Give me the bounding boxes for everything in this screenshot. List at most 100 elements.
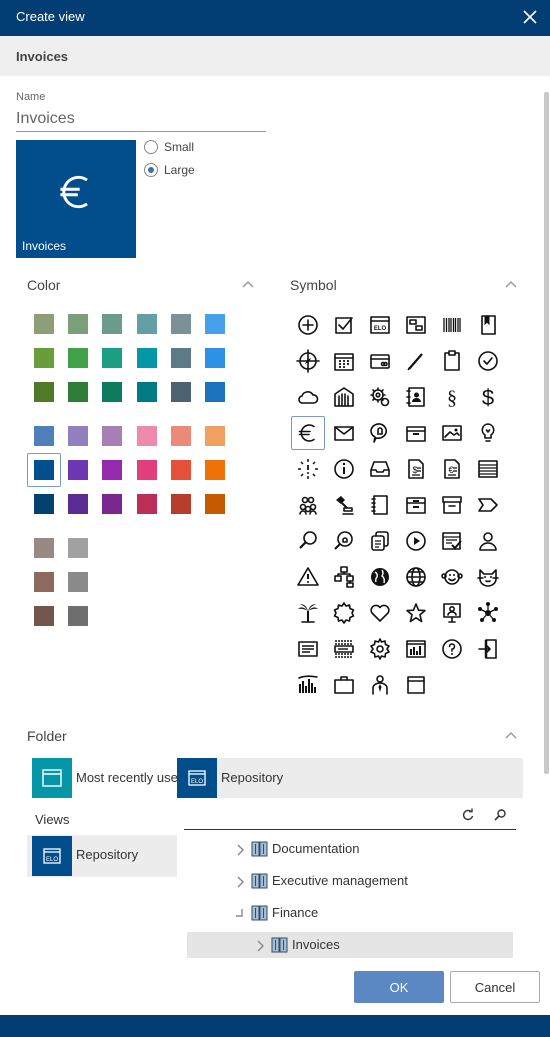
color-swatch[interactable] [68, 426, 88, 446]
name-input[interactable] [16, 106, 266, 132]
archive-box-icon[interactable] [404, 493, 428, 517]
ok-button[interactable]: OK [354, 971, 444, 1003]
checkbox-icon[interactable] [332, 313, 356, 337]
color-swatch[interactable] [137, 314, 157, 334]
presenter-icon[interactable] [440, 601, 464, 625]
warning-icon[interactable] [296, 565, 320, 589]
star-icon[interactable] [404, 601, 428, 625]
speech-bulb-icon[interactable] [368, 421, 392, 445]
tree-row[interactable]: Documentation [187, 836, 513, 862]
color-swatch[interactable] [205, 460, 225, 480]
color-swatch[interactable] [205, 426, 225, 446]
radio-circle-selected[interactable] [144, 163, 158, 177]
clipboard-icon[interactable] [440, 349, 464, 373]
color-swatch[interactable] [68, 348, 88, 368]
refresh-icon[interactable] [460, 807, 476, 823]
size-large-radio[interactable]: Large [144, 163, 195, 177]
archive-tray-icon[interactable] [440, 493, 464, 517]
drawer-icon[interactable] [404, 421, 428, 445]
color-swatch[interactable] [34, 538, 54, 558]
play-circle-icon[interactable] [404, 529, 428, 553]
calendar-icon[interactable] [332, 349, 356, 373]
color-swatch[interactable] [68, 460, 88, 480]
color-swatch[interactable] [205, 382, 225, 402]
inbox-icon[interactable] [368, 457, 392, 481]
heart-icon[interactable] [368, 601, 392, 625]
color-swatch[interactable] [137, 494, 157, 514]
color-swatch[interactable] [68, 314, 88, 334]
size-small-radio[interactable]: Small [144, 140, 194, 154]
chevron-right-icon[interactable] [235, 875, 245, 893]
vertical-scrollbar[interactable] [544, 92, 549, 774]
close-icon[interactable] [520, 7, 540, 27]
ledger-icon[interactable] [476, 457, 500, 481]
id-card-icon[interactable] [296, 637, 320, 661]
color-swatch[interactable] [68, 606, 88, 626]
color-swatch[interactable] [137, 382, 157, 402]
book-icon[interactable] [476, 313, 500, 337]
invoice-dollar-icon[interactable]: $ [404, 457, 428, 481]
color-swatch[interactable] [137, 460, 157, 480]
transfer-icon[interactable] [404, 313, 428, 337]
mail-icon[interactable] [332, 421, 356, 445]
burst-icon[interactable] [296, 457, 320, 481]
color-swatch[interactable] [68, 572, 88, 592]
briefcase-icon[interactable] [332, 673, 356, 697]
chevron-up-icon[interactable] [504, 729, 518, 743]
chevron-right-icon[interactable] [255, 939, 265, 957]
bar-chart-icon[interactable] [296, 673, 320, 697]
org-chart-icon[interactable] [332, 565, 356, 589]
businessman-icon[interactable] [368, 673, 392, 697]
views-repository-item[interactable]: ELO Repository [27, 835, 177, 877]
image-icon[interactable] [440, 421, 464, 445]
plus-circle-icon[interactable] [296, 313, 320, 337]
help-circle-icon[interactable] [440, 637, 464, 661]
report-chart-icon[interactable] [404, 637, 428, 661]
credit-card-icon[interactable] [368, 349, 392, 373]
color-swatch[interactable] [171, 348, 191, 368]
contact-book-icon[interactable] [404, 385, 428, 409]
color-swatch[interactable] [102, 314, 122, 334]
color-swatch[interactable] [102, 460, 122, 480]
invoice-euro-icon[interactable]: € [440, 457, 464, 481]
barcode-icon[interactable] [440, 313, 464, 337]
check-circle-icon[interactable] [476, 349, 500, 373]
color-swatch[interactable] [34, 348, 54, 368]
color-swatch[interactable] [171, 314, 191, 334]
repository-header[interactable]: ELO Repository [177, 758, 523, 798]
cloud-icon[interactable] [296, 385, 320, 409]
color-swatch[interactable] [137, 426, 157, 446]
group-icon[interactable] [296, 493, 320, 517]
color-swatch[interactable] [34, 460, 54, 480]
globe-icon[interactable] [368, 565, 392, 589]
color-swatch[interactable] [68, 538, 88, 558]
expanded-corner-icon[interactable] [235, 907, 245, 925]
person-icon[interactable] [476, 529, 500, 553]
color-swatch[interactable] [205, 314, 225, 334]
search-icon[interactable] [492, 807, 508, 823]
cancel-button[interactable]: Cancel [450, 971, 540, 1003]
tree-row[interactable]: Invoices [187, 932, 513, 958]
tree-row[interactable]: Executive management [187, 868, 513, 894]
pen-icon[interactable] [404, 349, 428, 373]
color-swatch[interactable] [102, 494, 122, 514]
color-swatch[interactable] [102, 348, 122, 368]
monkey-icon[interactable] [440, 565, 464, 589]
building-icon[interactable] [332, 385, 356, 409]
color-swatch[interactable] [68, 382, 88, 402]
chevron-up-icon[interactable] [504, 278, 518, 292]
cat-icon[interactable] [476, 565, 500, 589]
stamp-icon[interactable] [332, 493, 356, 517]
color-swatch[interactable] [68, 494, 88, 514]
lightbulb-icon[interactable] [476, 421, 500, 445]
euro-icon[interactable] [296, 421, 320, 445]
network-icon[interactable] [476, 601, 500, 625]
compass-icon[interactable] [296, 349, 320, 373]
color-swatch[interactable] [171, 494, 191, 514]
exit-door-icon[interactable] [476, 637, 500, 661]
color-swatch[interactable] [137, 348, 157, 368]
color-swatch[interactable] [102, 426, 122, 446]
chevron-up-icon[interactable] [241, 278, 255, 292]
color-swatch[interactable] [205, 494, 225, 514]
seal-icon[interactable] [332, 601, 356, 625]
